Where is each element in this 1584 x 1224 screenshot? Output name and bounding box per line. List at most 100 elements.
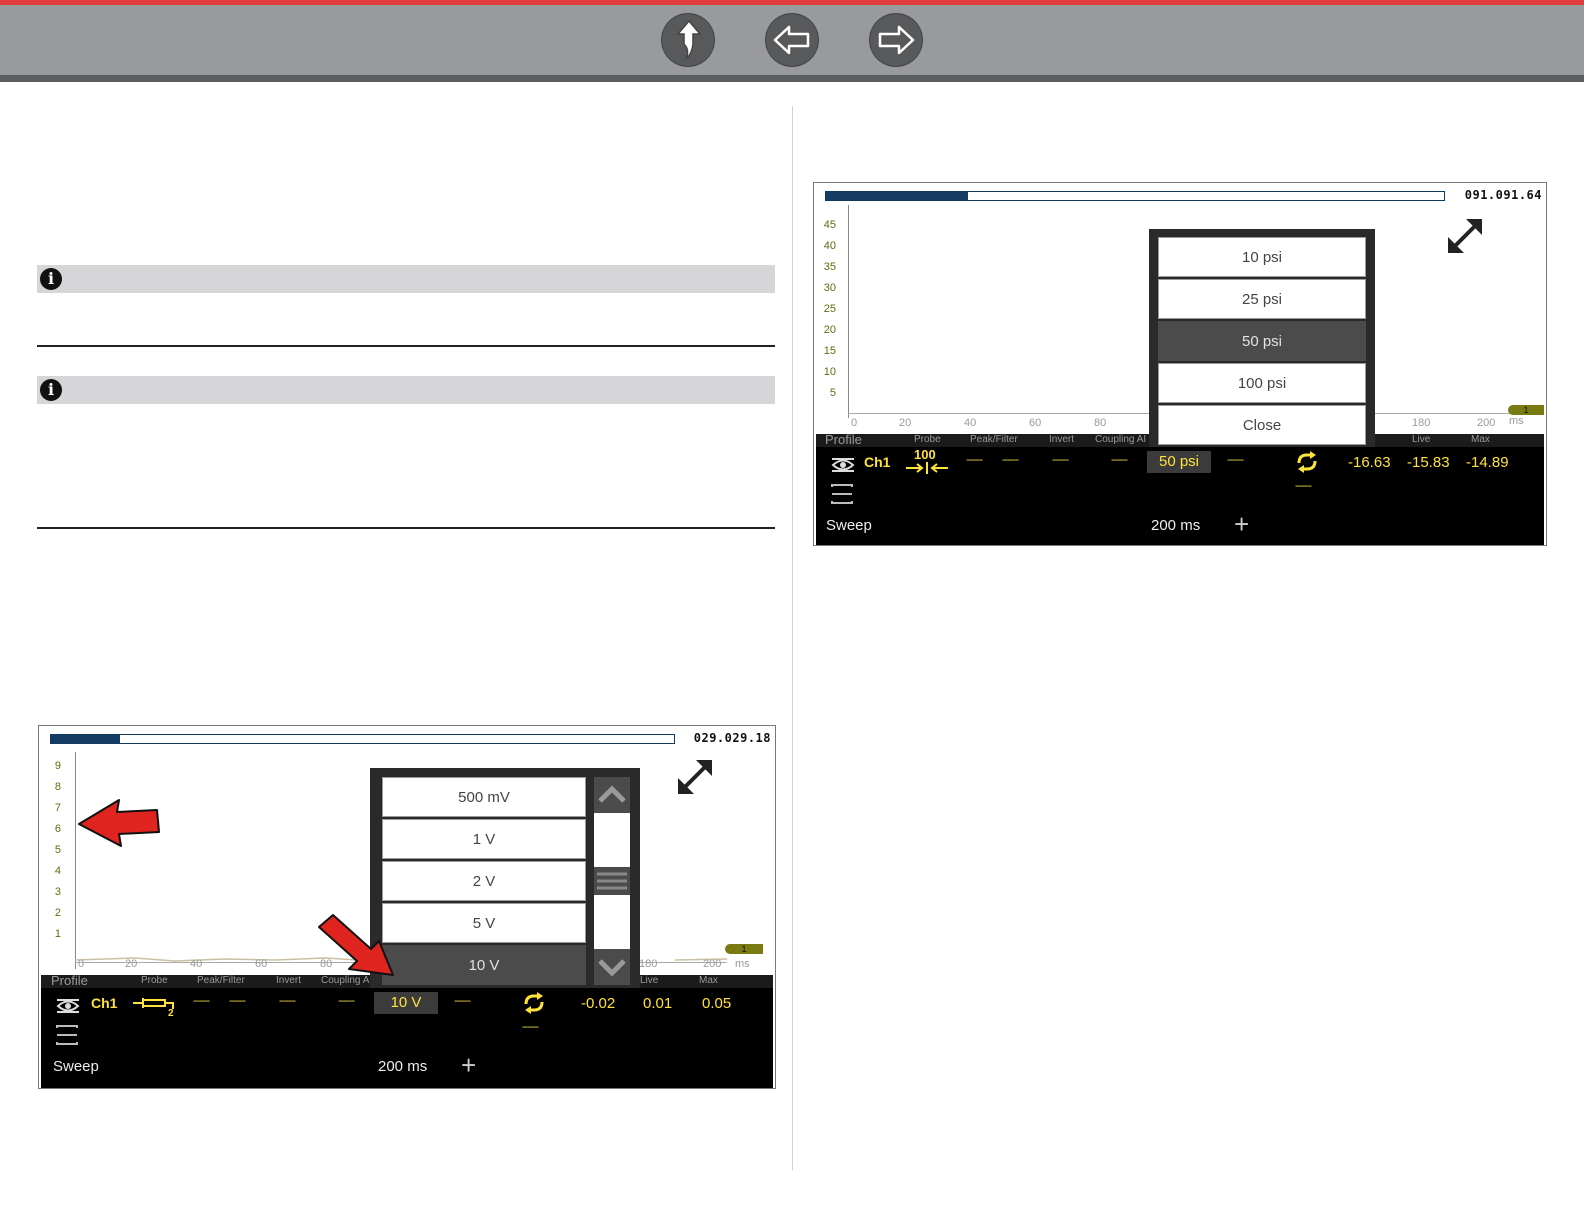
- peak-filter-value[interactable]: ------: [1002, 454, 1019, 466]
- probe-value[interactable]: 100: [914, 447, 936, 462]
- scale-option[interactable]: 1 V: [382, 819, 586, 859]
- scale-dropdown: 10 psi 25 psi 50 psi 100 psi Close: [1149, 229, 1375, 447]
- scale-option[interactable]: 10 psi: [1158, 237, 1366, 277]
- y-tick: 35: [823, 261, 836, 273]
- scale-option[interactable]: 2 V: [382, 861, 586, 901]
- profile-header: Profile: [825, 432, 862, 447]
- refresh-icon[interactable]: [1294, 450, 1320, 474]
- top-navigation-bar: [0, 0, 1584, 82]
- y-tick: 25: [823, 303, 836, 315]
- y-tick: 8: [54, 781, 61, 793]
- scroll-thumb[interactable]: [594, 867, 630, 895]
- menu-icon[interactable]: [55, 1024, 79, 1046]
- probe-header: Probe: [914, 434, 941, 445]
- scale-secondary-value[interactable]: ------: [1227, 454, 1244, 466]
- sweep-label: Sweep: [826, 517, 872, 534]
- peak-filter-value[interactable]: ------: [193, 995, 210, 1007]
- profile-header: Profile: [51, 973, 88, 988]
- x-tick: 200: [703, 958, 722, 970]
- red-callout-arrow-icon: [318, 914, 394, 976]
- column-divider: [792, 106, 793, 1170]
- x-tick: 180: [1412, 417, 1431, 429]
- dropdown-scrollbar[interactable]: [594, 777, 630, 985]
- forward-button[interactable]: [870, 14, 922, 66]
- scroll-up-button[interactable]: [594, 777, 630, 813]
- channel-label[interactable]: Ch1: [91, 995, 117, 1011]
- x-tick: 180: [639, 958, 658, 970]
- y-axis: [848, 205, 849, 418]
- scale-option-selected[interactable]: 50 psi: [1158, 321, 1366, 361]
- accent-stripe: [0, 0, 1584, 5]
- sweep-label: Sweep: [53, 1058, 99, 1075]
- live-header: Live: [640, 975, 659, 986]
- y-tick: 9: [54, 760, 61, 772]
- scale-option[interactable]: 25 psi: [1158, 279, 1366, 319]
- max-value: -14.89: [1466, 454, 1509, 471]
- sweep-increase-button[interactable]: +: [1234, 509, 1249, 540]
- red-callout-arrow-icon: [78, 799, 160, 847]
- info-icon: i: [40, 379, 62, 401]
- channel-control-panel: Ch1 100 ------ ------ ------ ------ 50 p…: [816, 447, 1544, 545]
- expand-icon[interactable]: [1444, 215, 1486, 257]
- y-tick: 40: [823, 240, 836, 252]
- y-tick: 4: [54, 865, 61, 877]
- scale-selector[interactable]: 50 psi: [1147, 451, 1211, 473]
- scale-secondary-value[interactable]: ------: [454, 995, 471, 1007]
- x-tick: 200: [1477, 417, 1496, 429]
- max-header: Max: [699, 975, 718, 986]
- x-tick: 40: [964, 417, 977, 429]
- x-axis-unit: ms: [1509, 415, 1524, 427]
- scale-option[interactable]: 100 psi: [1158, 363, 1366, 403]
- chevron-up-icon: [598, 785, 626, 803]
- buffer-progress-bar[interactable]: [825, 191, 1445, 201]
- forward-arrow-icon: [878, 25, 915, 55]
- peak-filter-value[interactable]: ------: [966, 454, 983, 466]
- coupling-value[interactable]: ------: [1111, 454, 1128, 466]
- invert-value[interactable]: ------: [1052, 454, 1069, 466]
- coupling-value[interactable]: ------: [338, 995, 355, 1007]
- eye-icon[interactable]: [830, 453, 856, 473]
- peak-filter-header: Peak/Filter: [197, 975, 245, 986]
- refresh-icon[interactable]: [521, 991, 547, 1015]
- peak-filter-value[interactable]: ------: [229, 995, 246, 1007]
- y-tick: 1: [54, 928, 61, 940]
- close-option[interactable]: Close: [1158, 405, 1366, 445]
- back-button[interactable]: [766, 14, 818, 66]
- scale-selector[interactable]: 10 V: [374, 992, 438, 1014]
- sweep-increase-button[interactable]: +: [461, 1050, 476, 1081]
- trigger-marker[interactable]: 1: [1508, 405, 1544, 415]
- scale-option-selected[interactable]: 10 V: [382, 945, 586, 985]
- coupling-header: Coupling AI: [1095, 434, 1147, 445]
- y-tick: 30: [823, 282, 836, 294]
- live-value: 0.01: [643, 995, 673, 1012]
- scope-screen-voltage: 029.029.18 9 8 7 6 5 4 3 2 1 0 20 40 60 …: [38, 725, 776, 1089]
- up-button[interactable]: [662, 14, 714, 66]
- menu-icon[interactable]: [830, 483, 854, 505]
- scroll-down-button[interactable]: [594, 949, 630, 985]
- x-tick: 20: [899, 417, 912, 429]
- sweep-value[interactable]: 200 ms: [1151, 517, 1200, 534]
- invert-header: Invert: [276, 975, 302, 986]
- expand-icon[interactable]: [674, 756, 716, 798]
- eye-icon[interactable]: [55, 994, 81, 1014]
- peak-filter-header: Peak/Filter: [970, 434, 1018, 445]
- x-tick: 60: [1029, 417, 1042, 429]
- invert-value[interactable]: ------: [279, 995, 296, 1007]
- scale-option[interactable]: 5 V: [382, 903, 586, 943]
- sweep-value[interactable]: 200 ms: [378, 1058, 427, 1075]
- x-tick: 20: [125, 958, 138, 970]
- x-tick: 0: [78, 958, 85, 970]
- channel-label[interactable]: Ch1: [864, 454, 890, 470]
- y-tick: 10: [823, 366, 836, 378]
- trigger-marker[interactable]: 1: [725, 944, 763, 954]
- scale-option[interactable]: 500 mV: [382, 777, 586, 817]
- y-tick: 7: [54, 802, 61, 814]
- channel-control-panel: Ch1 2 ------ ------ ------ ------ 10 V -…: [41, 988, 773, 1088]
- buffer-progress-bar[interactable]: [50, 734, 675, 744]
- y-tick: 2: [54, 907, 61, 919]
- probe-icon[interactable]: 2: [131, 993, 179, 1017]
- live-header: Live: [1412, 434, 1431, 445]
- y-tick: 5: [829, 387, 836, 399]
- pressure-probe-icon[interactable]: [904, 461, 950, 475]
- y-tick: 5: [54, 844, 61, 856]
